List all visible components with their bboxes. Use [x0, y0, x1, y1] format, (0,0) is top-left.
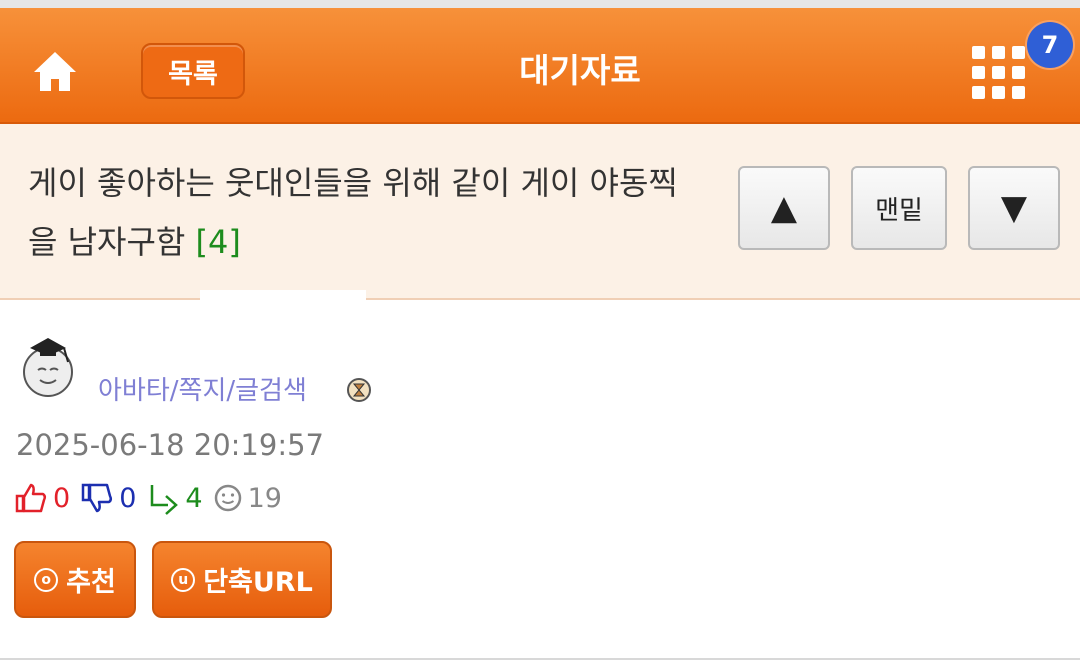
hourglass-icon: [347, 378, 371, 402]
post-title-text: 게이 좋아하는 웃대인들을 위해 같이 게이 야동찍을 남자구함: [28, 164, 678, 261]
avatar-icon[interactable]: [16, 328, 80, 400]
post-title: 게이 좋아하는 웃대인들을 위해 같이 게이 야동찍을 남자구함 [4]: [28, 154, 688, 272]
post-title-bar: 게이 좋아하는 웃대인들을 위해 같이 게이 야동찍을 남자구함 [4] ▲ 맨…: [0, 124, 1080, 300]
like-count: 0: [53, 482, 71, 514]
smiley-icon: [214, 484, 241, 512]
post-date: 2025-06-18 20:19:57: [16, 428, 324, 462]
top-divider: [0, 0, 1080, 8]
header-bar: 목록 대기자료 7: [0, 8, 1080, 124]
scroll-down-button[interactable]: ▼: [968, 166, 1060, 250]
thumbs-up-icon: [15, 483, 47, 513]
short-url-button[interactable]: u 단축URL: [152, 541, 332, 618]
notification-badge[interactable]: 7: [1027, 22, 1073, 68]
recommend-button[interactable]: o 추천: [14, 541, 136, 618]
view-count: 19: [247, 482, 282, 514]
reply-stat[interactable]: 4: [146, 481, 203, 515]
like-stat[interactable]: 0: [14, 481, 70, 515]
post-stats: 0 0 4 19: [14, 480, 292, 516]
recommend-label: 추천: [66, 567, 116, 598]
list-button[interactable]: 목록: [141, 43, 245, 99]
dislike-count: 0: [119, 482, 137, 514]
circle-u-icon: u: [171, 567, 196, 592]
scroll-up-button[interactable]: ▲: [738, 166, 830, 250]
page-title: 대기자료: [519, 51, 641, 90]
view-stat: 19: [213, 483, 282, 514]
reply-arrow-icon: [151, 485, 179, 515]
scroll-bottom-button[interactable]: 맨밑: [851, 166, 947, 250]
author-links[interactable]: 아바타/쪽지/글검색: [98, 370, 307, 407]
reply-count: [4]: [195, 223, 241, 261]
redaction-mark: [200, 290, 366, 304]
grid-menu-icon[interactable]: [972, 46, 1030, 100]
circle-o-icon: o: [34, 567, 59, 592]
author-nickname-redacted: [98, 330, 338, 352]
dislike-stat[interactable]: 0: [80, 481, 136, 515]
reply-count-stat: 4: [185, 482, 203, 514]
bottom-divider: [0, 658, 1080, 660]
thumbs-down-icon: [81, 483, 113, 513]
home-icon[interactable]: [30, 46, 80, 96]
short-url-label: 단축URL: [203, 567, 313, 598]
